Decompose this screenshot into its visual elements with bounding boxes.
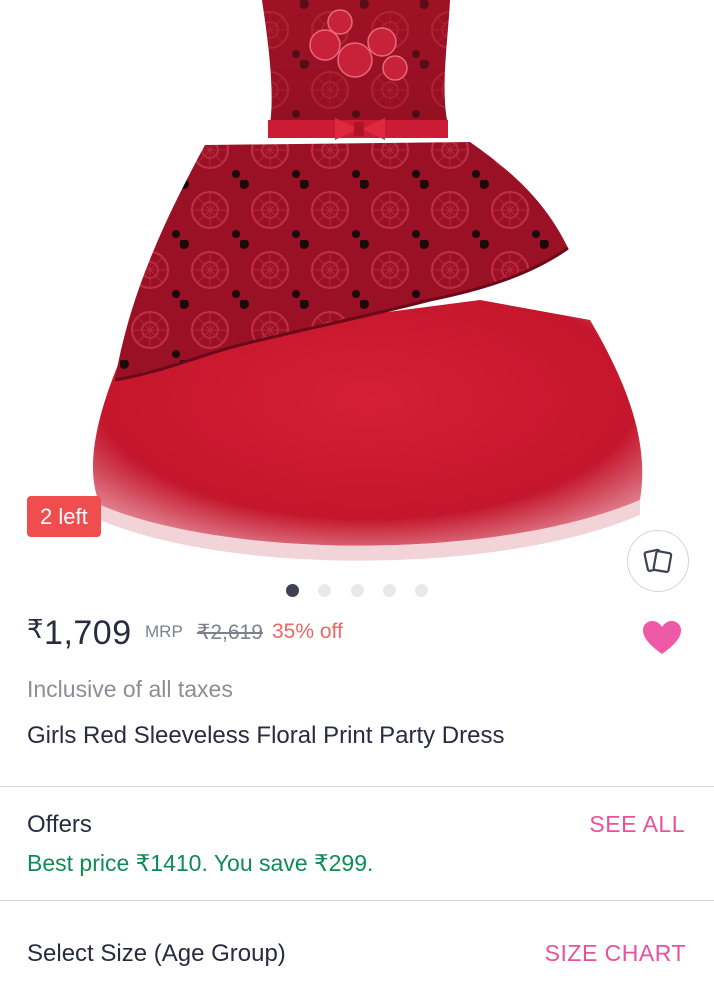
carousel-dot[interactable] <box>286 584 299 597</box>
similar-products-icon <box>643 548 673 574</box>
divider <box>0 786 714 787</box>
carousel-indicator <box>0 584 714 600</box>
mrp-label: MRP <box>145 622 183 641</box>
mrp-value: ₹2,619 <box>197 621 263 644</box>
product-image[interactable]: 2 left <box>0 0 714 570</box>
dress-illustration <box>92 0 643 561</box>
rupee-symbol: ₹ <box>27 614 45 644</box>
carousel-dot[interactable] <box>415 584 428 597</box>
product-title: Girls Red Sleeveless Floral Print Party … <box>27 722 505 749</box>
heart-icon[interactable] <box>642 620 682 656</box>
price-row: ₹1,709 MRP ₹2,619 35% off <box>27 612 687 662</box>
select-size-heading: Select Size (Age Group) <box>27 940 286 967</box>
carousel-dot[interactable] <box>351 584 364 597</box>
carousel-dot[interactable] <box>383 584 396 597</box>
view-similar-button[interactable] <box>627 530 689 592</box>
selling-price: ₹1,709 <box>27 614 132 653</box>
tax-note: Inclusive of all taxes <box>27 676 233 702</box>
best-price-offer: Best price ₹1410. You save ₹299. <box>27 850 374 876</box>
divider <box>0 900 714 901</box>
offers-heading: Offers <box>27 811 92 838</box>
size-chart-link[interactable]: SIZE CHART <box>545 940 686 967</box>
price-value: 1,709 <box>44 614 132 652</box>
discount-label: 35% off <box>272 620 343 643</box>
stock-left-badge: 2 left <box>27 496 101 537</box>
see-all-offers-link[interactable]: SEE ALL <box>589 811 685 838</box>
carousel-dot[interactable] <box>318 584 331 597</box>
